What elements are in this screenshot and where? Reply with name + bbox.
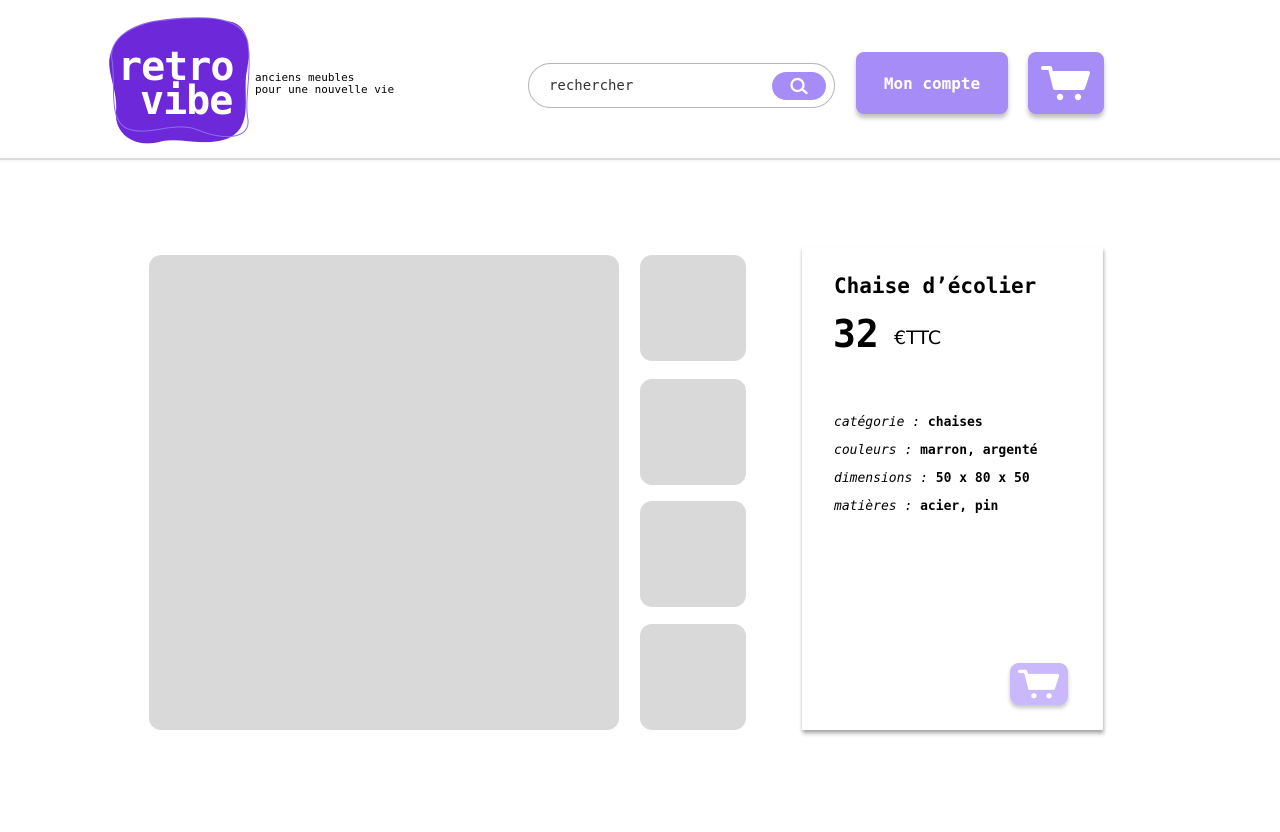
search-input[interactable] bbox=[549, 75, 769, 97]
spec-value: chaises bbox=[927, 415, 983, 430]
spec-category: catégorie : chaises bbox=[834, 415, 983, 430]
cart-icon bbox=[1041, 66, 1090, 101]
logo[interactable]: retro vibe bbox=[104, 16, 254, 146]
spec-value: acier, pin bbox=[920, 499, 999, 514]
spec-label: dimensions : bbox=[834, 471, 928, 486]
site-header: retro vibe anciens meubles pour une nouv… bbox=[0, 0, 1280, 160]
product-main-image bbox=[149, 255, 619, 730]
search-icon bbox=[790, 77, 808, 95]
cart-button[interactable] bbox=[1028, 52, 1104, 114]
account-button[interactable]: Mon compte bbox=[856, 52, 1008, 114]
add-to-cart-button[interactable] bbox=[1010, 663, 1068, 705]
spec-label: matières : bbox=[834, 499, 913, 514]
product-thumbnail[interactable] bbox=[640, 255, 746, 361]
search-button[interactable] bbox=[772, 72, 826, 100]
product-card: Chaise d’écolier 32 €TTC catégorie : cha… bbox=[802, 247, 1103, 730]
tagline-line-2: pour une nouvelle vie bbox=[255, 83, 395, 96]
spec-label: couleurs : bbox=[834, 443, 913, 458]
price-unit: €TTC bbox=[894, 327, 942, 349]
product-name: Chaise d’écolier bbox=[834, 274, 1037, 298]
spec-value: marron, argenté bbox=[920, 443, 1038, 458]
spec-colors: couleurs : marron, argenté bbox=[834, 443, 1038, 458]
cart-icon bbox=[1018, 669, 1060, 699]
product-thumbnail[interactable] bbox=[640, 379, 746, 485]
product-thumbnail[interactable] bbox=[640, 624, 746, 730]
spec-materials: matières : acier, pin bbox=[834, 499, 998, 514]
spec-dimensions: dimensions : 50 x 80 x 50 bbox=[834, 471, 1030, 486]
spec-label: catégorie : bbox=[834, 415, 921, 430]
spec-value: 50 x 80 x 50 bbox=[935, 471, 1030, 486]
logo-wordmark: retro vibe bbox=[118, 47, 234, 121]
search-bar bbox=[528, 63, 835, 108]
product-price: 32 bbox=[833, 312, 879, 356]
product-thumbnail[interactable] bbox=[640, 501, 746, 607]
tagline: anciens meubles pour une nouvelle vie bbox=[255, 72, 394, 96]
